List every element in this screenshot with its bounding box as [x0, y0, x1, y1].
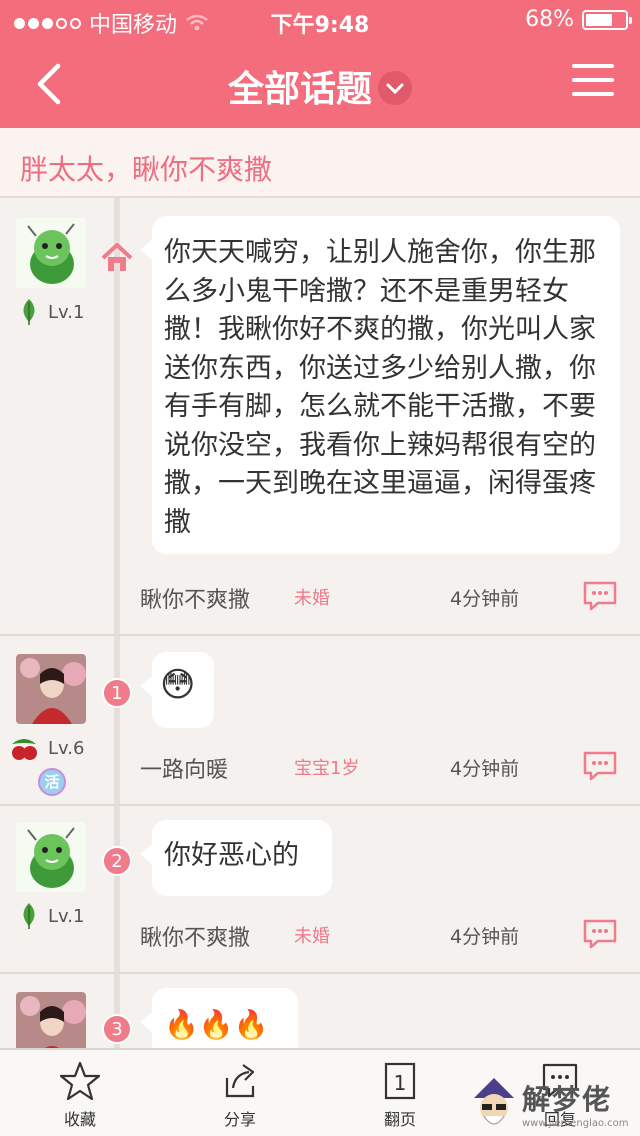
chevron-down-icon [378, 71, 412, 105]
star-icon [59, 1061, 101, 1101]
post-item: Lv.1 2 你好恶心的 瞅你不爽撒 未婚 4分钟前 [0, 806, 640, 974]
post-meta: 瞅你不爽撒 未婚 4分钟前 [140, 580, 640, 616]
page-icon: 1 [384, 1062, 416, 1100]
post-meta: 瞅你不爽撒 未婚 4分钟前 [140, 918, 640, 954]
user-level: Lv.1 [18, 298, 84, 326]
comment-icon[interactable] [582, 750, 618, 782]
watermark: 解梦佬 www.jiemenglao.com [470, 1076, 640, 1136]
avatar[interactable] [16, 822, 86, 892]
battery-percent: 68% [525, 7, 574, 32]
post-meta: 一路向暖 宝宝1岁 4分钟前 [140, 750, 640, 786]
author-name[interactable]: 瞅你不爽撒 [140, 582, 250, 614]
avatar[interactable] [16, 992, 86, 1048]
leaf-icon [23, 903, 35, 929]
post-item: Lv.1 你天天喊穷，让别人施舍你，你生那么多小鬼干啥撒？还不是重男轻女撒！我瞅… [0, 200, 640, 636]
post-content: 你天天喊穷，让别人施舍你，你生那么多小鬼干啥撒？还不是重男轻女撒！我瞅你好不爽的… [140, 216, 620, 554]
post-time: 4分钟前 [450, 926, 520, 948]
nav-bar: 全部话题 [0, 40, 640, 128]
share-button[interactable]: 分享 [195, 1060, 285, 1130]
author-name[interactable]: 瞅你不爽撒 [140, 920, 250, 952]
topic-header: 胖太太，瞅你不爽撒 [0, 128, 640, 198]
leaf-icon [23, 299, 35, 325]
post-item: 3 🔥🔥🔥 [0, 974, 640, 1048]
favorite-button[interactable]: 收藏 [35, 1060, 125, 1130]
user-level: Lv.6 [8, 734, 84, 762]
post-content: 你好恶心的 [140, 820, 332, 896]
author-status: 宝宝1岁 [294, 758, 360, 779]
svg-text:1: 1 [394, 1071, 407, 1095]
floor-number: 1 [102, 678, 132, 708]
user-level: Lv.1 [18, 902, 84, 930]
topic-filter-dropdown[interactable]: 全部话题 [0, 60, 640, 112]
post-content: 😳 [140, 652, 214, 728]
topic-title: 胖太太，瞅你不爽撒 [20, 153, 273, 186]
avatar[interactable] [16, 654, 86, 724]
page-title: 全部话题 [227, 69, 372, 110]
post-time: 4分钟前 [450, 758, 520, 780]
home-icon [101, 243, 133, 271]
active-badge: 活 [38, 768, 66, 796]
top-bar: 中国移动 下午9:48 68% 全部话题 [0, 0, 640, 128]
watermark-text: 解梦佬 [522, 1083, 613, 1116]
page-button[interactable]: 1 翻页 [355, 1060, 445, 1130]
author-name[interactable]: 一路向暖 [140, 752, 228, 784]
comment-icon[interactable] [582, 580, 618, 612]
avatar[interactable] [16, 218, 86, 288]
post-item: Lv.6 活 1 😳 一路向暖 宝宝1岁 4分钟前 [0, 636, 640, 806]
menu-icon[interactable] [572, 64, 614, 98]
post-time: 4分钟前 [450, 588, 520, 610]
watermark-url: www.jiemenglao.com [522, 1118, 629, 1129]
share-icon [225, 1064, 255, 1098]
battery-icon [582, 9, 632, 30]
author-status: 未婚 [294, 588, 330, 609]
comment-icon[interactable] [582, 918, 618, 950]
floor-number: 2 [102, 846, 132, 876]
cherry-icon [12, 739, 37, 760]
watermark-logo [474, 1078, 514, 1125]
post-content: 🔥🔥🔥 [140, 988, 298, 1048]
floor-number: 3 [102, 1014, 132, 1044]
author-status: 未婚 [294, 926, 330, 947]
status-bar: 中国移动 下午9:48 68% [0, 0, 640, 40]
